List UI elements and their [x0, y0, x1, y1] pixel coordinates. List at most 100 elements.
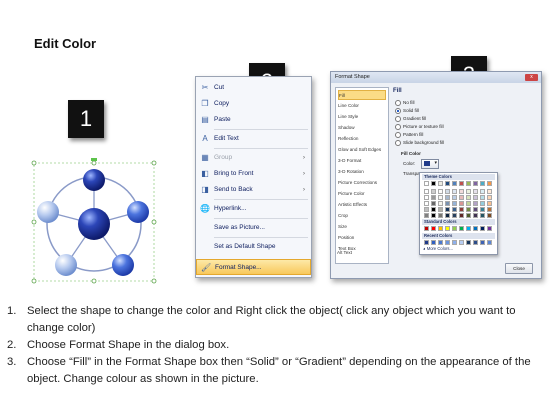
color-swatch[interactable] [438, 207, 443, 212]
color-swatch[interactable] [438, 240, 443, 245]
atom-top[interactable] [83, 169, 105, 191]
color-swatch[interactable] [424, 189, 429, 194]
menu-item-format-shape[interactable]: 🖌 Format Shape... [196, 259, 311, 275]
color-swatch[interactable] [487, 213, 492, 218]
selection-handle[interactable] [91, 160, 97, 166]
color-swatch[interactable] [466, 207, 471, 212]
color-swatch[interactable] [466, 195, 471, 200]
color-swatch[interactable] [473, 240, 478, 245]
color-swatch[interactable] [424, 201, 429, 206]
color-swatch[interactable] [445, 226, 450, 231]
color-swatch[interactable] [445, 195, 450, 200]
option-pattern-fill[interactable]: Pattern fill [395, 131, 423, 138]
menu-item-group[interactable]: ▦ Group › [196, 150, 311, 166]
category-picture-corrections[interactable]: Picture Corrections [338, 178, 386, 188]
option-gradient-fill[interactable]: Gradient fill [395, 115, 426, 122]
color-swatch[interactable] [445, 181, 450, 186]
color-swatch[interactable] [431, 213, 436, 218]
selection-handle[interactable] [151, 160, 157, 166]
menu-item-send-to-back[interactable]: ◨ Send to Back › [196, 182, 311, 198]
category-line-style[interactable]: Line Style [338, 112, 386, 122]
category-line-color[interactable]: Line Color [338, 101, 386, 111]
color-swatch[interactable] [480, 213, 485, 218]
option-picture-fill[interactable]: Picture or texture fill [395, 123, 444, 130]
color-swatch[interactable] [431, 226, 436, 231]
color-swatch[interactable] [452, 213, 457, 218]
color-swatch[interactable] [431, 201, 436, 206]
color-swatch[interactable] [459, 189, 464, 194]
color-swatch[interactable] [459, 207, 464, 212]
menu-item-copy[interactable]: ❐ Copy [196, 96, 311, 112]
color-swatch[interactable] [473, 181, 478, 186]
category-artistic-effects[interactable]: Artistic Effects [338, 200, 386, 210]
color-swatch[interactable] [424, 195, 429, 200]
category-position[interactable]: Position [338, 233, 386, 243]
menu-item-bring-to-front[interactable]: ◧ Bring to Front › [196, 166, 311, 182]
color-swatch[interactable] [445, 189, 450, 194]
selection-handle[interactable] [91, 278, 97, 284]
molecule-shape[interactable] [28, 158, 163, 288]
category-3d-format[interactable]: 3-D Format [338, 156, 386, 166]
color-swatch[interactable] [487, 189, 492, 194]
color-swatch[interactable] [431, 195, 436, 200]
selection-handle[interactable] [151, 219, 157, 225]
color-swatch[interactable] [480, 195, 485, 200]
color-swatch[interactable] [445, 240, 450, 245]
color-swatch[interactable] [487, 240, 492, 245]
color-swatch[interactable] [452, 189, 457, 194]
color-swatch[interactable] [452, 226, 457, 231]
menu-item-cut[interactable]: ✂ Cut [196, 80, 311, 96]
color-swatch[interactable] [452, 195, 457, 200]
menu-item-save-as-picture[interactable]: Save as Picture... [196, 220, 311, 236]
color-swatch[interactable] [452, 207, 457, 212]
color-swatch[interactable] [431, 189, 436, 194]
close-button[interactable]: Close [505, 263, 533, 274]
category-glow[interactable]: Glow and Soft Edges [338, 145, 386, 155]
color-swatch[interactable] [466, 201, 471, 206]
menu-item-set-default-shape[interactable]: Set as Default Shape [196, 239, 311, 255]
color-swatch[interactable] [459, 226, 464, 231]
menu-item-hyperlink[interactable]: 🌐 Hyperlink... [196, 201, 311, 217]
category-crop[interactable]: Crop [338, 211, 386, 221]
color-swatch[interactable] [480, 201, 485, 206]
color-picker-button[interactable]: ▾ [421, 159, 439, 169]
selection-handle[interactable] [31, 160, 37, 166]
color-swatch[interactable] [438, 181, 443, 186]
selection-handle[interactable] [151, 278, 157, 284]
color-swatch[interactable] [445, 213, 450, 218]
atom-right[interactable] [127, 201, 149, 223]
color-swatch[interactable] [424, 207, 429, 212]
color-swatch[interactable] [438, 201, 443, 206]
color-swatch[interactable] [487, 226, 492, 231]
color-swatch[interactable] [473, 226, 478, 231]
color-swatch[interactable] [452, 240, 457, 245]
color-swatch[interactable] [459, 181, 464, 186]
selection-handle[interactable] [31, 278, 37, 284]
color-swatch[interactable] [445, 207, 450, 212]
color-swatch[interactable] [431, 240, 436, 245]
option-no-fill[interactable]: No fill [395, 99, 415, 106]
menu-item-edit-text[interactable]: A Edit Text [196, 131, 311, 147]
color-swatch[interactable] [452, 201, 457, 206]
color-swatch[interactable] [438, 226, 443, 231]
more-colors-link[interactable]: ◕ More Colors... [423, 246, 453, 251]
color-swatch[interactable] [473, 213, 478, 218]
color-swatch[interactable] [466, 181, 471, 186]
category-reflection[interactable]: Reflection [338, 134, 386, 144]
color-swatch[interactable] [480, 226, 485, 231]
dialog-close-x-button[interactable]: x [525, 74, 538, 81]
color-swatch[interactable] [424, 213, 429, 218]
color-swatch[interactable] [480, 181, 485, 186]
color-swatch[interactable] [480, 207, 485, 212]
color-swatch[interactable] [466, 189, 471, 194]
color-swatch[interactable] [487, 201, 492, 206]
atom-bottom-right[interactable] [112, 254, 134, 276]
atom-bottom-left[interactable] [55, 254, 77, 276]
color-swatch[interactable] [424, 181, 429, 186]
color-swatch[interactable] [487, 195, 492, 200]
color-swatch[interactable] [473, 207, 478, 212]
selection-handle[interactable] [31, 219, 37, 225]
color-swatch[interactable] [445, 201, 450, 206]
color-swatch[interactable] [438, 195, 443, 200]
category-shadow[interactable]: Shadow [338, 123, 386, 133]
